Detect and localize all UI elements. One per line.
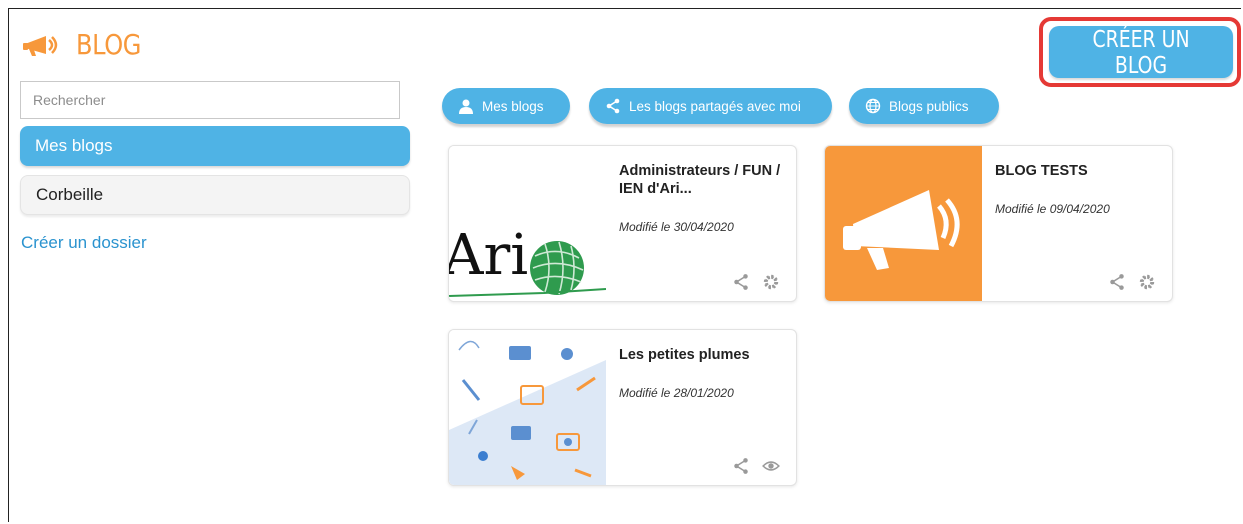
user-icon xyxy=(459,99,473,114)
app-title: BLOG xyxy=(76,28,141,61)
blog-card[interactable]: Ari Administrateurs / FUN / IEN d'Ari...… xyxy=(448,145,797,302)
create-blog-button[interactable]: CRÉER UN BLOG xyxy=(1049,26,1233,79)
search-input[interactable] xyxy=(20,81,400,119)
megaphone-icon xyxy=(23,35,58,56)
sidebar-item-mes-blogs[interactable]: Mes blogs xyxy=(20,126,410,166)
blog-card[interactable]: BLOG TESTS Modifié le 09/04/2020 xyxy=(824,145,1173,302)
blog-modified-date: Modifié le 28/01/2020 xyxy=(619,386,734,400)
share-icon xyxy=(606,98,620,114)
share-icon[interactable] xyxy=(732,457,750,475)
eye-icon[interactable] xyxy=(762,457,780,475)
gear-icon[interactable] xyxy=(1138,273,1156,291)
blog-thumbnail xyxy=(449,330,606,485)
blog-thumbnail: Ari xyxy=(449,146,606,301)
filter-shared-blogs[interactable]: Les blogs partagés avec moi xyxy=(589,88,832,124)
gear-icon[interactable] xyxy=(762,273,780,291)
filter-public-blogs[interactable]: Blogs publics xyxy=(849,88,999,124)
blog-title: BLOG TESTS xyxy=(995,163,1088,179)
create-folder-link[interactable]: Créer un dossier xyxy=(21,233,147,253)
app-header: BLOG xyxy=(22,28,152,61)
globe-icon xyxy=(865,98,881,114)
blog-modified-date: Modifié le 09/04/2020 xyxy=(995,202,1110,216)
filter-mes-blogs[interactable]: Mes blogs xyxy=(442,88,570,124)
thumbnail-handwriting: Ari xyxy=(449,223,528,288)
sidebar-item-label: Corbeille xyxy=(36,185,104,204)
filter-label: Les blogs partagés avec moi xyxy=(629,98,801,114)
create-blog-label: CRÉER UN BLOG xyxy=(1092,27,1190,79)
blog-thumbnail xyxy=(825,146,982,301)
filter-label: Mes blogs xyxy=(482,98,544,114)
blog-title: Administrateurs / FUN / IEN d'Ari... xyxy=(619,163,781,197)
share-icon[interactable] xyxy=(732,273,750,291)
blog-modified-date: Modifié le 30/04/2020 xyxy=(619,220,734,234)
filter-label: Blogs publics xyxy=(889,98,969,114)
sidebar-item-label: Mes blogs xyxy=(35,136,113,155)
blog-title: Les petites plumes xyxy=(619,347,750,363)
sidebar-item-corbeille[interactable]: Corbeille xyxy=(20,175,410,215)
blog-card[interactable]: Les petites plumes Modifié le 28/01/2020 xyxy=(448,329,797,486)
share-icon[interactable] xyxy=(1108,273,1126,291)
